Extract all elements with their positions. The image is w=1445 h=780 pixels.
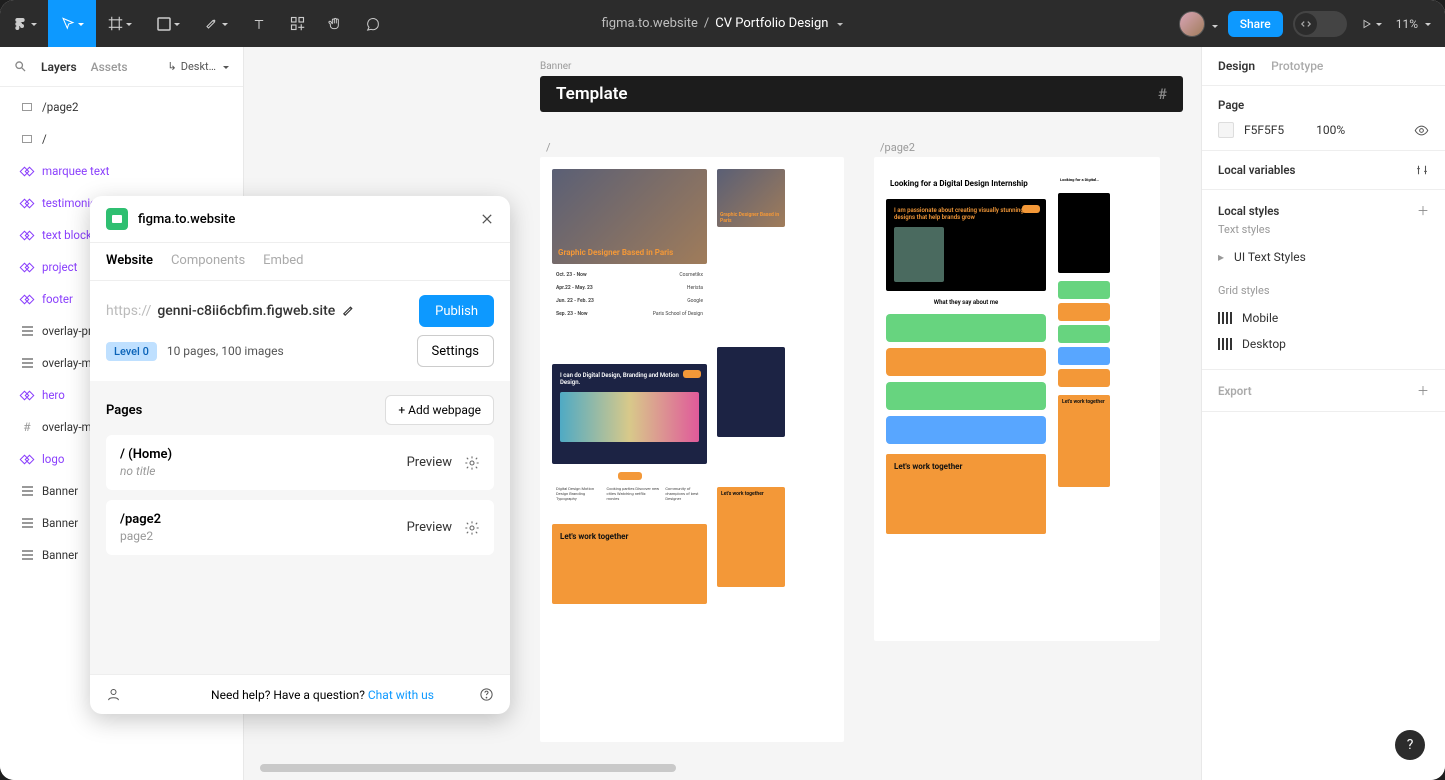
toolbar-left xyxy=(0,0,392,47)
main-menu-button[interactable] xyxy=(0,0,48,47)
plugin-app-icon xyxy=(106,208,128,230)
hand-tool-button[interactable] xyxy=(316,0,354,47)
local-styles-label: Local styles xyxy=(1218,204,1279,218)
frame-tool-button[interactable] xyxy=(96,0,144,47)
artboard-home[interactable]: Graphic Designer Based in Paris Oct. 23 … xyxy=(540,157,844,742)
pages-header: Pages xyxy=(106,403,142,418)
export-label: Export xyxy=(1218,384,1252,398)
visibility-icon[interactable] xyxy=(1414,123,1429,138)
page-selector[interactable]: ↳ Deskt… xyxy=(168,60,229,73)
plugin-title: figma.to.website xyxy=(138,212,235,227)
frame-1-label[interactable]: / xyxy=(546,141,551,154)
help-fab[interactable]: ? xyxy=(1395,730,1425,760)
gear-icon[interactable] xyxy=(464,520,480,536)
assets-tab[interactable]: Assets xyxy=(91,60,128,74)
user-icon[interactable] xyxy=(106,687,121,702)
present-button[interactable] xyxy=(1357,0,1386,47)
ui-text-styles-item[interactable]: ▸ UI Text Styles xyxy=(1218,244,1429,270)
grid-style-item[interactable]: Mobile xyxy=(1218,305,1429,331)
share-button[interactable]: Share xyxy=(1228,11,1283,37)
add-webpage-button[interactable]: + Add webpage xyxy=(385,395,494,425)
shape-tool-button[interactable] xyxy=(144,0,192,47)
components-tab[interactable]: Components xyxy=(171,253,245,268)
layer-item[interactable]: /page2 xyxy=(0,91,243,123)
edit-url-icon[interactable] xyxy=(341,304,355,318)
pages-info: 10 pages, 100 images xyxy=(167,344,284,358)
site-url[interactable]: https://genni-c8ii6cbfim.figweb.site xyxy=(106,303,411,319)
level-badge[interactable]: Level 0 xyxy=(106,342,157,361)
variables-settings-icon[interactable] xyxy=(1415,163,1429,177)
text-tool-button[interactable] xyxy=(240,0,278,47)
local-variables-label: Local variables xyxy=(1218,163,1295,177)
right-panel: Design Prototype Page F5F5F5 100% Local … xyxy=(1201,47,1445,780)
help-icon[interactable] xyxy=(479,687,494,702)
frame-2-label[interactable]: /page2 xyxy=(880,141,915,154)
add-style-icon[interactable]: ＋ xyxy=(1417,202,1429,219)
chevron-right-icon: ▸ xyxy=(1218,250,1224,264)
hash-icon: # xyxy=(1158,85,1167,103)
layers-tab[interactable]: Layers xyxy=(41,60,77,74)
page-section-label: Page xyxy=(1218,98,1429,112)
preview-link[interactable]: Preview xyxy=(407,520,452,535)
resources-button[interactable] xyxy=(278,0,316,47)
grid-style-item[interactable]: Desktop xyxy=(1218,331,1429,357)
page-card[interactable]: / (Home)no titlePreview xyxy=(106,435,494,490)
zoom-level[interactable]: 11% xyxy=(1396,17,1431,31)
toolbar-right: Share 11% xyxy=(1179,0,1445,47)
plugin-modal: figma.to.website Website Components Embe… xyxy=(90,196,510,714)
project-name: figma.to.website xyxy=(602,16,698,31)
file-title[interactable]: figma.to.website / CV Portfolio Design xyxy=(602,16,844,31)
page-bg-hex[interactable]: F5F5F5 xyxy=(1244,123,1284,137)
settings-button[interactable]: Settings xyxy=(417,335,494,367)
chat-link[interactable]: Chat with us xyxy=(368,688,434,702)
text-styles-label: Text styles xyxy=(1218,223,1429,236)
layer-item[interactable]: marquee text xyxy=(0,155,243,187)
grid-styles-label: Grid styles xyxy=(1218,284,1429,297)
search-icon[interactable] xyxy=(14,60,27,73)
preview-link[interactable]: Preview xyxy=(407,455,452,470)
page-bg-opacity[interactable]: 100% xyxy=(1316,123,1345,137)
layer-item[interactable]: / xyxy=(0,123,243,155)
file-name: CV Portfolio Design xyxy=(715,16,828,31)
comment-tool-button[interactable] xyxy=(354,0,392,47)
chevron-down-icon[interactable] xyxy=(834,16,843,31)
publish-button[interactable]: Publish xyxy=(419,295,494,327)
dev-mode-toggle[interactable] xyxy=(1293,11,1347,37)
artboard-page2[interactable]: Looking for a Digital Design Internship … xyxy=(874,157,1160,641)
top-toolbar: figma.to.website / CV Portfolio Design S… xyxy=(0,0,1445,47)
website-tab[interactable]: Website xyxy=(106,253,153,268)
gear-icon[interactable] xyxy=(464,455,480,471)
close-icon[interactable] xyxy=(480,212,494,226)
banner-frame[interactable]: Template # xyxy=(540,76,1183,112)
design-tab[interactable]: Design xyxy=(1218,59,1255,73)
prototype-tab[interactable]: Prototype xyxy=(1271,59,1323,73)
embed-tab[interactable]: Embed xyxy=(263,253,303,268)
move-tool-button[interactable] xyxy=(48,0,96,47)
pen-tool-button[interactable] xyxy=(192,0,240,47)
add-export-icon[interactable]: ＋ xyxy=(1417,382,1429,399)
help-text: Need help? Have a question? Chat with us xyxy=(211,688,434,702)
user-avatar[interactable] xyxy=(1179,11,1218,37)
horizontal-scrollbar[interactable] xyxy=(260,764,1185,774)
page-bg-swatch[interactable] xyxy=(1218,122,1234,138)
banner-frame-label: Banner xyxy=(540,61,1183,72)
page-card[interactable]: /page2page2Preview xyxy=(106,500,494,555)
